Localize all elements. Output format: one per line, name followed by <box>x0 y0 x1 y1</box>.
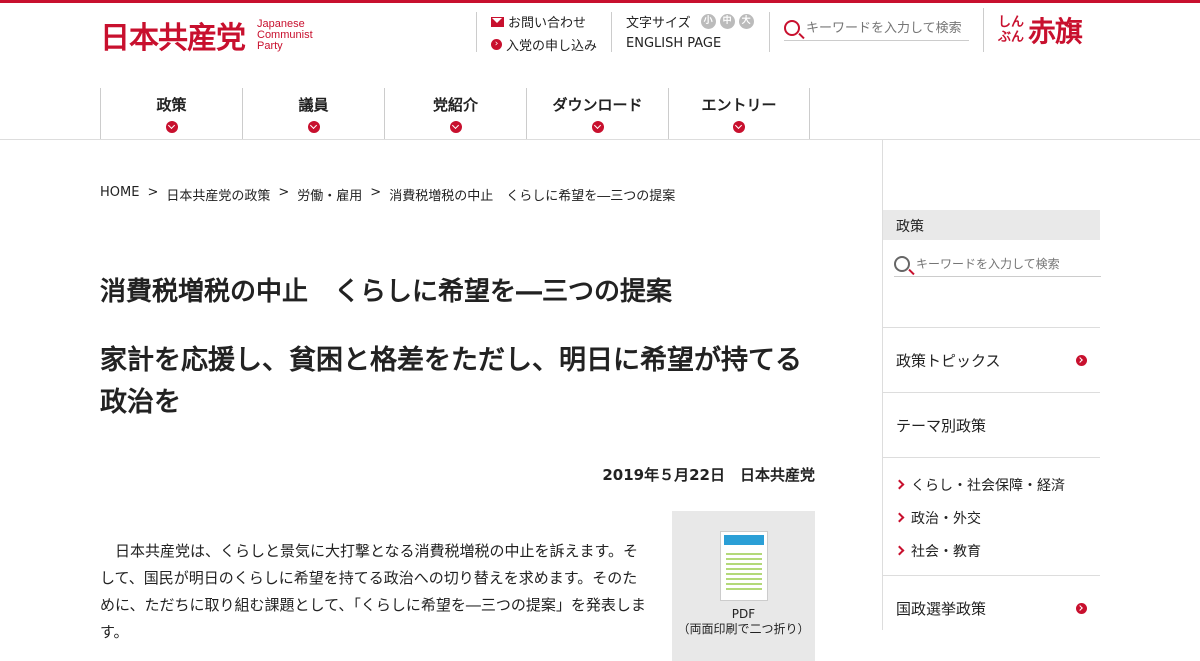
page-subtitle: 家計を応援し、貧困と格差をただし、明日に希望が持てる政治を <box>100 345 802 418</box>
mail-icon <box>491 16 504 27</box>
sidebar-search-input[interactable] <box>916 257 1096 271</box>
breadcrumb-home[interactable]: HOME <box>100 185 139 204</box>
logo-en-line: Party <box>257 39 283 52</box>
breadcrumb-item[interactable]: 日本共産党の政策 <box>166 185 270 204</box>
breadcrumb-separator: > <box>370 185 382 200</box>
main-content: HOME > 日本共産党の政策 > 労働・雇用 > 消費税増税の中止 くらしに希… <box>100 140 815 661</box>
contact-links: お問い合わせ › 入党の申し込み <box>476 12 597 54</box>
breadcrumb-item[interactable]: 労働・雇用 <box>297 185 362 204</box>
sidebar-topic-label: 国政選挙政策 <box>896 599 987 618</box>
pdf-thumbnail <box>719 531 768 601</box>
pdf-download[interactable]: PDF （両面印刷で二つ折り） <box>672 511 815 661</box>
sidebar-search <box>894 256 1101 277</box>
sidebar: 政策 政策トピックス テーマ別政策 くらし・社会保障・経済 政治・外交 社会・教… <box>882 140 1101 630</box>
main-nav: 政策 議員 党紹介 ダウンロード エントリー <box>100 88 810 139</box>
search-icon[interactable] <box>894 256 910 272</box>
contact-link[interactable]: お問い合わせ <box>491 12 597 31</box>
breadcrumb-separator: > <box>278 185 290 200</box>
logo-en: Japanese Communist Party <box>257 17 313 52</box>
nav-item-members[interactable]: 議員 <box>242 88 384 139</box>
font-size-label: 文字サイズ <box>626 16 691 31</box>
akahata-small: しん ぶん <box>998 15 1028 45</box>
sidebar-topic[interactable]: 政策トピックス <box>883 327 1100 392</box>
header-search-input[interactable] <box>806 20 964 36</box>
nav-item-download[interactable]: ダウンロード <box>526 88 668 139</box>
logo-en-line: Communist <box>257 28 313 41</box>
join-link[interactable]: › 入党の申し込み <box>491 35 597 54</box>
font-large-button[interactable]: 大 <box>738 14 754 29</box>
nav-label: 政策 <box>156 96 187 114</box>
chevron-down-icon <box>165 121 178 133</box>
akahata-small-line: しん <box>998 15 1025 30</box>
font-small-button[interactable]: 小 <box>700 14 716 29</box>
akahata-logo: 赤旗 <box>1028 15 1083 48</box>
sidebar-sublist: くらし・社会保障・経済 政治・外交 社会・教育 <box>883 457 1100 575</box>
chevron-right-icon: › <box>491 39 502 50</box>
article-date: 2019年５月22日 日本共産党 <box>602 466 815 484</box>
search-icon[interactable] <box>784 20 800 36</box>
site-header: 日本共産党 Japanese Communist Party お問い合わせ › … <box>0 3 1200 140</box>
logo-en-line: Japanese <box>257 17 305 30</box>
nav-item-policy[interactable]: 政策 <box>100 88 242 139</box>
breadcrumb: HOME > 日本共産党の政策 > 労働・雇用 > 消費税増税の中止 くらしに希… <box>100 185 815 204</box>
site-logo[interactable]: 日本共産党 Japanese Communist Party <box>100 13 313 57</box>
sidebar-heading: 政策 <box>883 210 1100 240</box>
header-search <box>769 12 969 52</box>
chevron-down-icon <box>733 121 745 133</box>
sidebar-sub-item[interactable]: 政治・外交 <box>896 501 1087 534</box>
chevron-right-icon <box>1076 354 1087 366</box>
article-body-wrap: PDF （両面印刷で二つ折り） 日本共産党は、くらしと景気に大打撃となる消費税増… <box>100 511 815 661</box>
sidebar-sub-item[interactable]: くらし・社会保障・経済 <box>896 468 1087 501</box>
logo-jp: 日本共産党 <box>100 21 246 56</box>
sidebar-topic-label: テーマ別政策 <box>896 416 987 435</box>
contact-label: お問い合わせ <box>508 16 587 31</box>
nav-item-about[interactable]: 党紹介 <box>384 88 526 139</box>
nav-label: 議員 <box>298 96 329 114</box>
nav-label: エントリー <box>701 96 777 114</box>
font-size-controls: 文字サイズ 小 中 大 ENGLISH PAGE <box>611 12 754 52</box>
page-title: 消費税増税の中止 くらしに希望を―三つの提案 <box>100 277 673 307</box>
akahata-link[interactable]: しん ぶん 赤旗 <box>983 8 1083 52</box>
sidebar-topic-label: 政策トピックス <box>896 351 1001 370</box>
akahata-small-line: ぶん <box>998 30 1025 45</box>
font-medium-button[interactable]: 中 <box>719 14 735 29</box>
nav-label: ダウンロード <box>552 96 643 114</box>
sidebar-sub-item[interactable]: 社会・教育 <box>896 534 1087 567</box>
breadcrumb-separator: > <box>147 185 159 200</box>
chevron-down-icon <box>591 121 604 133</box>
nav-item-entry[interactable]: エントリー <box>668 88 810 139</box>
article-body: 日本共産党は、くらしと景気に大打撃となる消費税増税の中止を訴えます。そして、国民… <box>100 542 646 641</box>
sidebar-topic[interactable]: テーマ別政策 <box>883 392 1100 457</box>
pdf-label: PDF <box>731 607 756 621</box>
join-label: 入党の申し込み <box>506 39 598 54</box>
chevron-right-icon <box>1076 602 1087 614</box>
chevron-down-icon <box>307 121 320 133</box>
sidebar-topic[interactable]: 国政選挙政策 <box>883 575 1100 640</box>
breadcrumb-current: 消費税増税の中止 くらしに希望を―三つの提案 <box>389 189 676 204</box>
nav-label: 党紹介 <box>432 96 478 114</box>
chevron-down-icon <box>449 121 462 133</box>
english-page-link[interactable]: ENGLISH PAGE <box>626 36 754 51</box>
